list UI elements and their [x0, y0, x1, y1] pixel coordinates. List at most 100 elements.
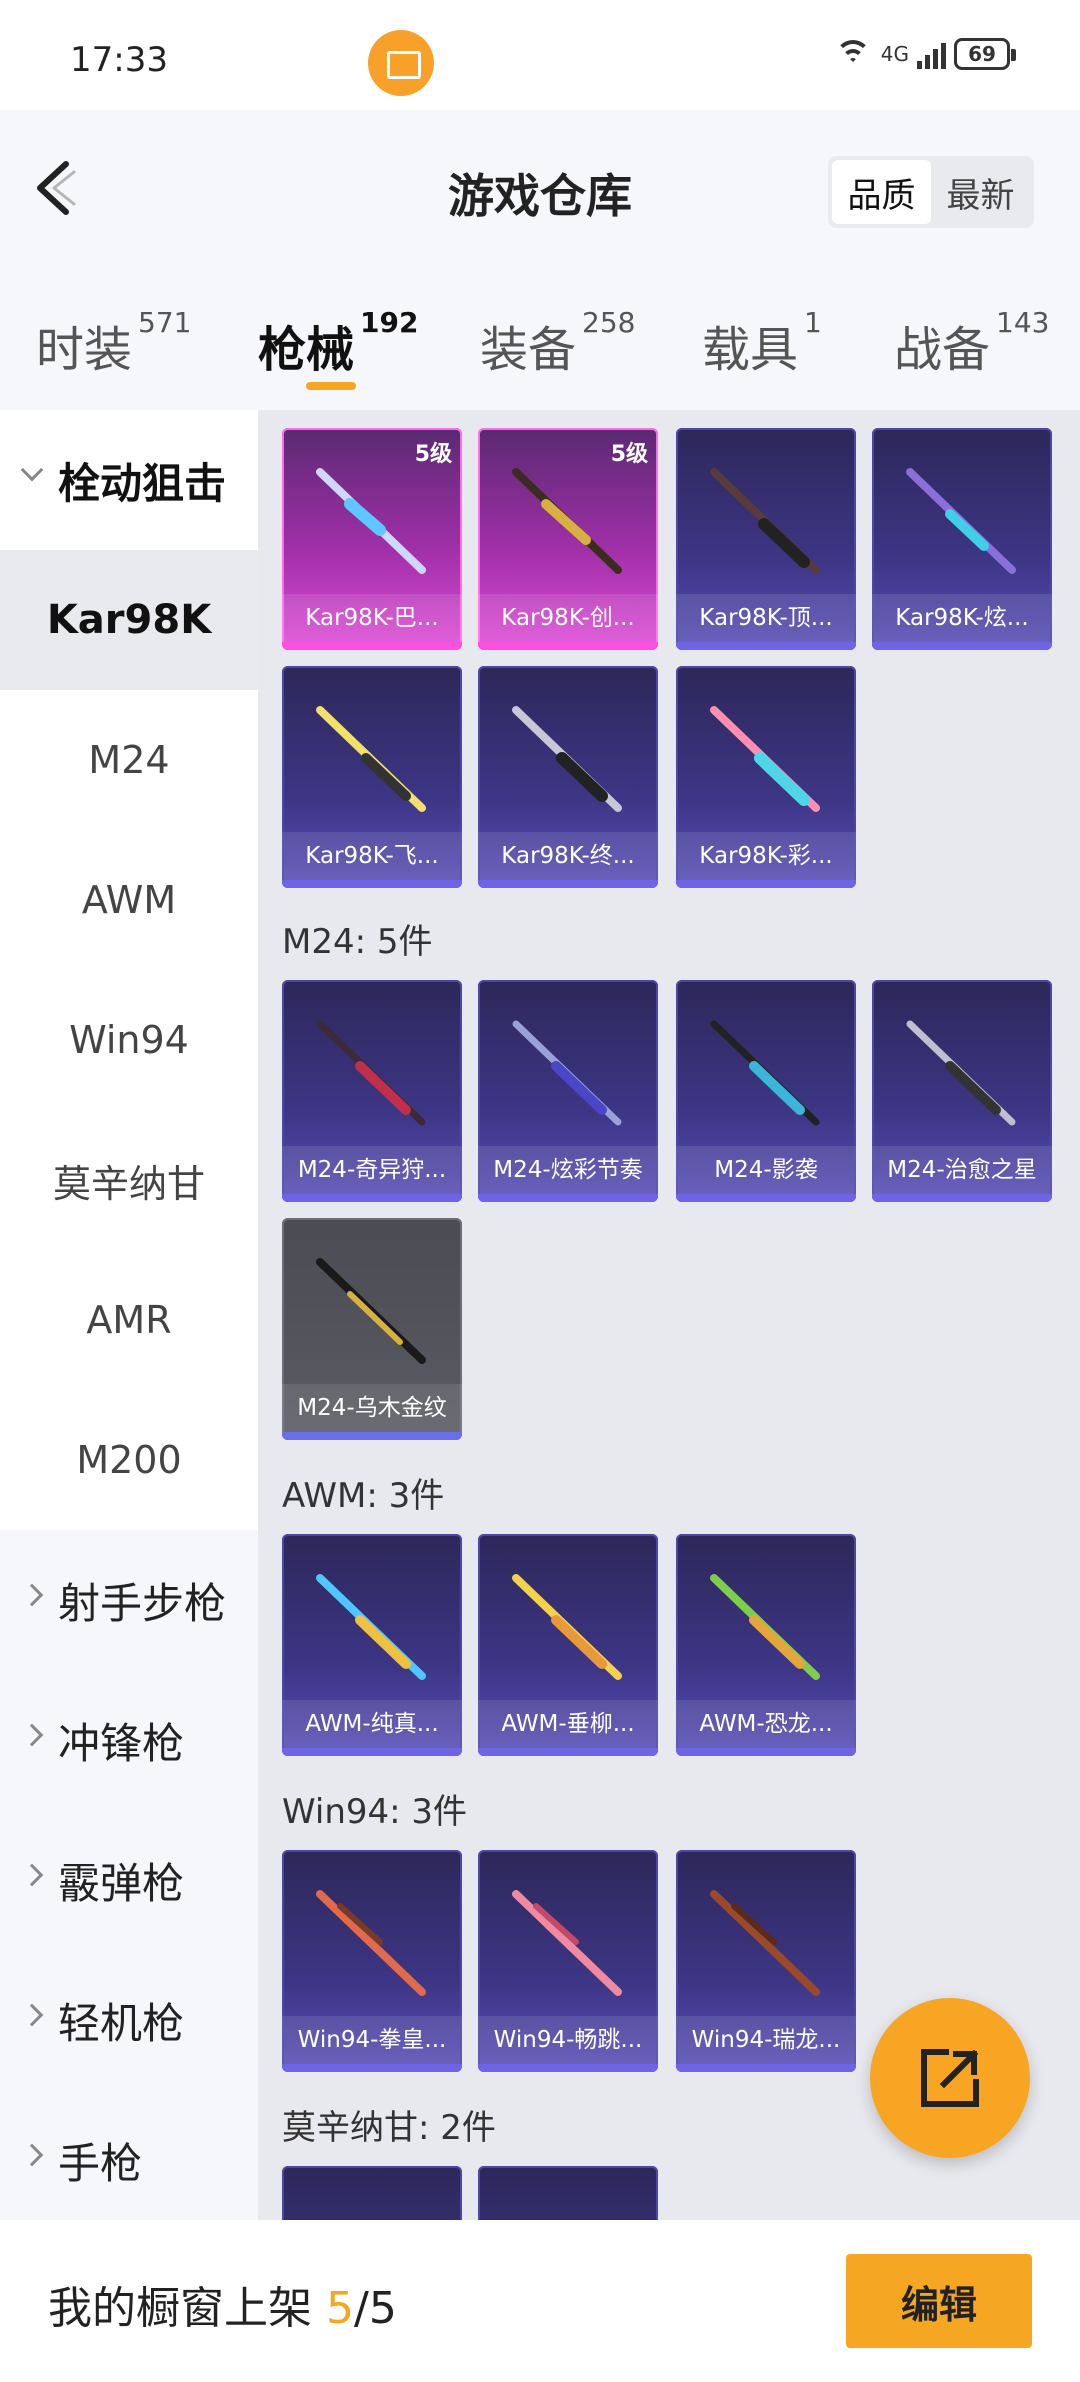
rarity-bar	[478, 1748, 658, 1756]
rifle-icon	[906, 1020, 1016, 1126]
rifle-icon	[316, 706, 426, 812]
section-title-win94: Win94: 3件	[282, 1792, 468, 1832]
sidebar-item-mosin[interactable]: 莫辛纳甘	[0, 1110, 258, 1250]
rarity-bar	[282, 1748, 462, 1756]
rarity-bar	[282, 1432, 462, 1440]
sidebar-item-awm[interactable]: AWM	[0, 830, 258, 970]
sort-toggle: 品质 最新	[828, 156, 1034, 228]
rarity-bar	[478, 642, 658, 650]
sort-quality-button[interactable]: 品质	[832, 160, 931, 224]
network-type: 4G	[880, 42, 909, 66]
weapon-card[interactable]: Win94-畅跳...	[478, 1850, 658, 2072]
wifi-icon	[833, 38, 873, 70]
rifle-icon	[316, 1890, 426, 1996]
sidebar-group-smg[interactable]: 冲锋枪	[0, 1670, 258, 1810]
weapon-card[interactable]: Kar98K-飞...	[282, 666, 462, 888]
rarity-bar	[282, 642, 462, 650]
tab-count: 1	[804, 306, 822, 339]
rifle-icon	[710, 468, 820, 574]
rifle-icon	[710, 1020, 820, 1126]
weapon-name: M24-奇异狩...	[282, 1146, 462, 1194]
weapon-name: AWM-垂柳...	[478, 1700, 658, 1748]
share-button[interactable]	[870, 1998, 1030, 2158]
chevron-right-icon	[20, 1723, 44, 1747]
sidebar-item-kar98k[interactable]: Kar98K	[0, 550, 258, 690]
tab-count: 143	[996, 306, 1050, 339]
weapon-name: Kar98K-飞...	[282, 832, 462, 880]
weapon-name: M24-影袭	[676, 1146, 856, 1194]
sidebar-item-amr[interactable]: AMR	[0, 1250, 258, 1390]
sidebar-group-dmr[interactable]: 射手步枪	[0, 1530, 258, 1670]
sidebar-item-label: AMR	[86, 1298, 172, 1342]
rarity-bar	[872, 642, 1052, 650]
chevron-right-icon	[20, 1583, 44, 1607]
rarity-bar	[478, 880, 658, 888]
tab-count: 571	[138, 306, 192, 339]
tab-vehicles[interactable]: 载具 1	[702, 306, 822, 380]
weapon-card[interactable]: Kar98K-彩...	[676, 666, 856, 888]
rifle-icon	[512, 468, 622, 574]
rifle-icon	[316, 1574, 426, 1680]
sidebar-group-label: 霰弹枪	[58, 1858, 185, 1908]
weapon-card[interactable]: M24-乌木金纹	[282, 1218, 462, 1440]
sidebar-item-label: Win94	[69, 1018, 189, 1062]
sidebar-item-m24[interactable]: M24	[0, 690, 258, 830]
rifle-icon	[316, 1020, 426, 1126]
weapon-name: Kar98K-巴...	[282, 594, 462, 642]
rarity-bar	[676, 2064, 856, 2072]
rifle-icon	[906, 468, 1016, 574]
weapon-card[interactable]: AWM-纯真...	[282, 1534, 462, 1756]
tab-supplies[interactable]: 战备 143	[894, 306, 1049, 380]
sidebar-group-label: 射手步枪	[58, 1578, 227, 1628]
weapon-name: M24-炫彩节奏	[478, 1146, 658, 1194]
weapon-card[interactable]: M24-影袭	[676, 980, 856, 1202]
app-notification-icon	[368, 30, 434, 96]
rarity-bar	[282, 2064, 462, 2072]
weapon-card[interactable]: 5级 Kar98K-巴...	[282, 428, 462, 650]
weapon-name: AWM-恐龙...	[676, 1700, 856, 1748]
sidebar-group-label: 冲锋枪	[58, 1718, 185, 1768]
rarity-bar	[478, 1194, 658, 1202]
weapon-card[interactable]: M24-炫彩节奏	[478, 980, 658, 1202]
rarity-bar	[676, 642, 856, 650]
weapon-card[interactable]: M24-奇异狩...	[282, 980, 462, 1202]
weapon-name: Kar98K-炫...	[872, 594, 1052, 642]
tab-fashion[interactable]: 时装 571	[36, 306, 191, 380]
sidebar-group-label: 手枪	[58, 2138, 143, 2188]
sidebar-item-m200[interactable]: M200	[0, 1390, 258, 1530]
rifle-icon	[512, 706, 622, 812]
weapon-card[interactable]	[282, 2166, 462, 2220]
rarity-bar	[282, 1194, 462, 1202]
weapon-card[interactable]: AWM-恐龙...	[676, 1534, 856, 1756]
weapon-card[interactable]: 5级 Kar98K-创...	[478, 428, 658, 650]
showcase-label: 我的橱窗上架	[48, 2283, 312, 2334]
share-icon	[921, 2049, 979, 2107]
weapon-card[interactable]: Kar98K-终...	[478, 666, 658, 888]
sidebar-item-label: 莫辛纳甘	[52, 1161, 205, 1206]
weapon-card[interactable]: AWM-垂柳...	[478, 1534, 658, 1756]
weapon-card[interactable]	[478, 2166, 658, 2220]
edit-button[interactable]: 编辑	[846, 2254, 1032, 2348]
sidebar-group-pistol[interactable]: 手枪	[0, 2090, 258, 2220]
sidebar-item-label: AWM	[81, 878, 177, 922]
sidebar-group-label: 轻机枪	[58, 1998, 185, 2048]
tab-equipment[interactable]: 装备 258	[480, 306, 635, 380]
tab-weapons[interactable]: 枪械 192	[258, 306, 418, 380]
weapon-card[interactable]: Win94-瑞龙...	[676, 1850, 856, 2072]
weapon-card[interactable]: Kar98K-顶...	[676, 428, 856, 650]
weapon-name: Kar98K-彩...	[676, 832, 856, 880]
sidebar-item-label: M200	[76, 1438, 182, 1482]
weapon-card[interactable]: Win94-拳皇...	[282, 1850, 462, 2072]
battery-level: 69	[968, 42, 996, 66]
sidebar-group-bolt-sniper[interactable]: 栓动狙击	[0, 410, 258, 550]
sidebar-group-lmg[interactable]: 轻机枪	[0, 1950, 258, 2090]
weapon-card[interactable]: M24-治愈之星	[872, 980, 1052, 1202]
status-icons: 4G 69	[833, 38, 1016, 70]
sort-newest-button[interactable]: 最新	[931, 160, 1030, 224]
signal-icon	[917, 39, 946, 69]
chevron-down-icon	[20, 458, 44, 482]
weapon-card[interactable]: Kar98K-炫...	[872, 428, 1052, 650]
sidebar-group-shotgun[interactable]: 霰弹枪	[0, 1810, 258, 1950]
rifle-icon	[512, 1890, 622, 1996]
sidebar-item-win94[interactable]: Win94	[0, 970, 258, 1110]
